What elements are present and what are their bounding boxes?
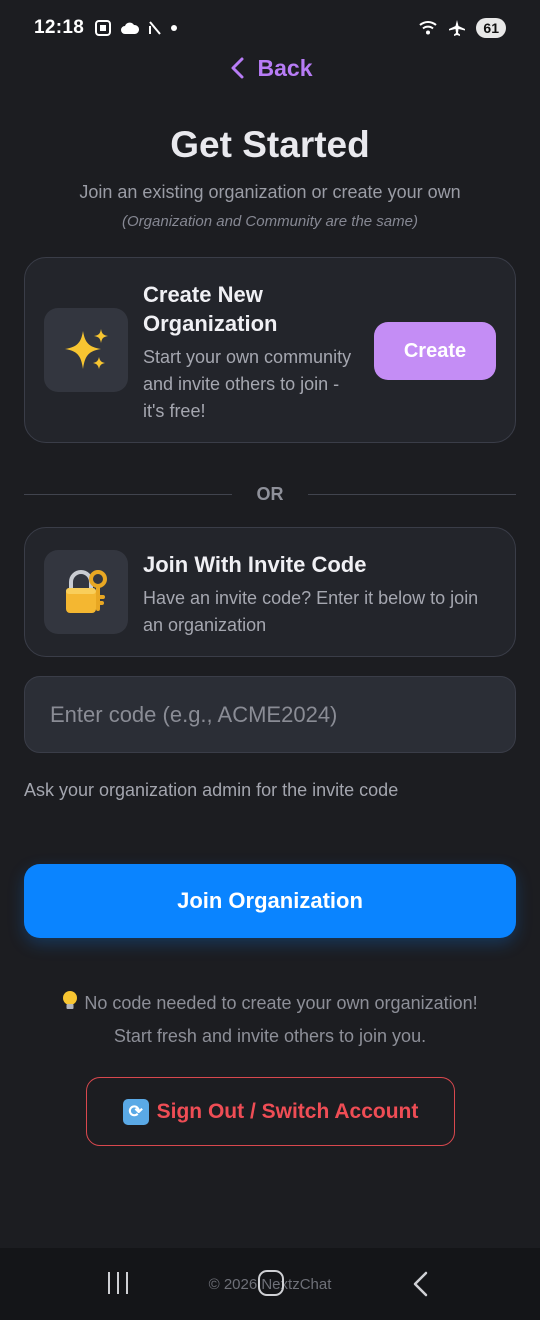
system-back-icon [413,1271,428,1297]
wifi-icon [419,21,438,35]
dot-icon [171,25,178,31]
lock-key-icon [66,570,107,613]
divider-line-left [24,493,232,495]
status-left: 12:18 [34,17,178,39]
join-organization-button[interactable]: Join Organization [24,864,516,938]
join-invite-card: Join With Invite Code Have an invite cod… [24,527,516,657]
create-button[interactable]: Create [374,322,496,380]
tip-line-1: No code needed to create your own organi… [0,988,540,1021]
sparkles-icon [65,329,108,369]
refresh-icon: ⟳ [122,1098,149,1125]
divider-line-right [308,493,516,495]
chevron-left-icon [231,57,243,79]
page-title: Get Started [170,124,370,165]
tip-line-1-text: No code needed to create your own organi… [84,993,478,1013]
signal-slash-icon [149,21,161,35]
invite-code-hint: Ask your organization admin for the invi… [24,780,399,800]
back-label: Back [257,54,313,81]
join-card-title: Join With Invite Code [143,552,367,577]
system-back-button[interactable] [410,1270,430,1303]
status-icons-left [94,19,178,37]
battery-indicator: 61 [476,18,506,38]
create-card-title: Create New Organization [143,282,278,336]
join-icon-tile [44,550,128,634]
tip-line-2: Start fresh and invite others to join yo… [113,1026,427,1046]
invite-code-input[interactable] [24,676,516,753]
lightbulb-icon [62,990,78,1021]
status-right: 61 [418,18,506,38]
system-nav-bar: © 2026 NextzChat [0,1248,540,1320]
back-button[interactable]: Back [0,48,540,88]
join-card-description: Have an invite code? Enter it below to j… [143,588,479,635]
create-card-description: Start your own community and invite othe… [143,347,352,421]
sign-out-button[interactable]: ⟳ Sign Out / Switch Account [86,1077,455,1146]
cloud-icon [121,22,140,34]
recent-apps-button[interactable] [108,1272,128,1294]
screenshot-icon [95,20,112,36]
sign-out-label: Sign Out / Switch Account [156,1099,419,1123]
divider-label: OR [256,483,284,504]
page-subtitle: Join an existing organization or create … [79,182,461,202]
or-divider: OR [24,482,516,506]
page-note: (Organization and Community are the same… [122,213,418,230]
create-organization-card: Create New Organization Start your own c… [24,257,516,443]
status-time: 12:18 [34,17,85,38]
home-button[interactable] [258,1270,284,1296]
tip-text: No code needed to create your own organi… [0,988,540,1051]
airplane-icon [449,20,466,36]
create-icon-tile [44,308,128,392]
